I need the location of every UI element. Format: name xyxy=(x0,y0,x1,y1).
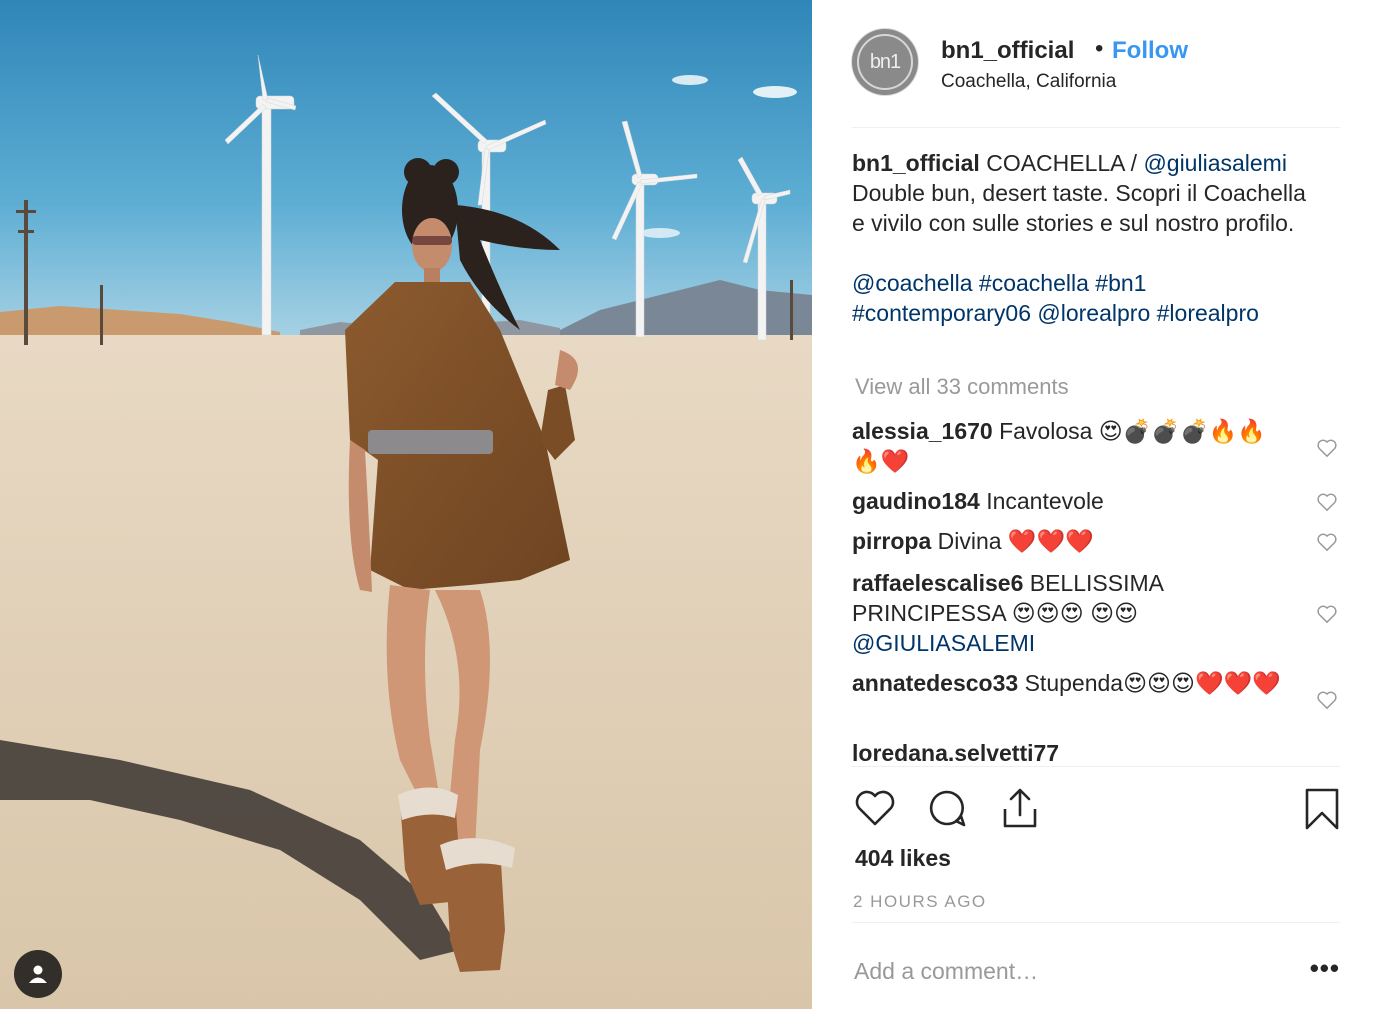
caption-text: COACHELLA / xyxy=(979,150,1144,176)
comment-username[interactable]: gaudino184 xyxy=(852,488,980,514)
comment-text: Incantevole xyxy=(979,488,1104,514)
comment-text: Divina ❤️❤️❤️ xyxy=(931,528,1094,554)
comment-username[interactable]: alessia_1670 xyxy=(852,418,993,444)
post-sidebar: bn1 bn1_official • Follow Coachella, Cal… xyxy=(812,0,1376,1009)
comment-like-heart-icon[interactable] xyxy=(1316,604,1338,624)
comment-item: pirropa Divina ❤️❤️❤️ xyxy=(852,526,1340,556)
hashtag-link[interactable]: #lorealpro xyxy=(1157,300,1259,326)
caption-username[interactable]: bn1_official xyxy=(852,150,980,176)
comment-item: alessia_1670 Favolosa 😍💣💣💣🔥🔥🔥❤️ xyxy=(852,416,1340,476)
post-timestamp[interactable]: 2 HOURS AGO xyxy=(853,892,987,912)
comment-item: loredana.selvetti77 xyxy=(852,738,1340,765)
follow-button[interactable]: Follow xyxy=(1112,37,1188,65)
comment-like-heart-icon[interactable] xyxy=(1316,492,1338,512)
comments-section: bn1_official COACHELLA / @giuliasalemi D… xyxy=(852,148,1340,765)
bookmark-icon[interactable] xyxy=(1304,787,1340,831)
comment-item: raffaelescalise6 BELLISSIMA PRINCIPESSA … xyxy=(852,568,1340,658)
comment-mention[interactable]: @GIULIASALEMI xyxy=(852,630,1035,656)
caption-mention[interactable]: @giuliasalemi xyxy=(1143,150,1287,176)
hashtag-link[interactable]: #bn1 xyxy=(1095,270,1146,296)
user-tag-icon xyxy=(29,965,47,983)
comment-like-heart-icon[interactable] xyxy=(1316,690,1338,710)
post-location[interactable]: Coachella, California xyxy=(941,71,1116,93)
post-username[interactable]: bn1_official xyxy=(941,37,1074,65)
hashtag-link[interactable]: #coachella xyxy=(979,270,1089,296)
hashtag-link[interactable]: #contemporary06 xyxy=(852,300,1031,326)
comment-bubble-icon[interactable] xyxy=(927,788,967,828)
comment-item: annatedesco33 Stupenda😍😍😍❤️❤️❤️ xyxy=(852,668,1340,710)
comment-username[interactable]: pirropa xyxy=(852,528,931,554)
desert-photo-image xyxy=(0,0,812,1009)
avatar[interactable]: bn1 xyxy=(852,29,918,95)
post-actions-bar xyxy=(852,766,1340,853)
user-tag-button[interactable] xyxy=(14,950,62,998)
comment-text: Stupenda😍😍😍❤️❤️❤️ xyxy=(1018,670,1281,696)
heart-icon[interactable] xyxy=(854,789,896,827)
separator-dot: • xyxy=(1095,35,1104,62)
add-comment-bar: ••• xyxy=(852,922,1340,1010)
view-all-comments-link[interactable]: View all 33 comments xyxy=(855,374,1069,400)
avatar-logo: bn1 xyxy=(857,34,913,90)
comment-username[interactable]: raffaelescalise6 xyxy=(852,570,1023,596)
hashtag-link[interactable]: @coachella xyxy=(852,270,973,296)
caption-hashtags: @coachella #coachella #bn1 #contemporary… xyxy=(852,268,1320,328)
post-photo[interactable] xyxy=(0,0,812,1009)
hashtag-link[interactable]: @lorealpro xyxy=(1037,300,1150,326)
comment-like-heart-icon[interactable] xyxy=(1316,532,1338,552)
add-comment-input[interactable] xyxy=(852,951,1274,991)
post-caption: bn1_official COACHELLA / @giuliasalemi D… xyxy=(852,148,1320,328)
comment-username[interactable]: annatedesco33 xyxy=(852,670,1018,696)
caption-text-2: Double bun, desert taste. Scopri il Coac… xyxy=(852,180,1306,236)
post-header: bn1 bn1_official • Follow Coachella, Cal… xyxy=(852,29,1340,128)
comment-username[interactable]: loredana.selvetti77 xyxy=(852,740,1059,765)
comment-like-heart-icon[interactable] xyxy=(1316,438,1338,458)
likes-count[interactable]: 404 likes xyxy=(855,845,951,872)
more-options-button[interactable]: ••• xyxy=(1310,953,1340,984)
comment-item: gaudino184 Incantevole xyxy=(852,486,1340,516)
share-upload-icon[interactable] xyxy=(1000,787,1040,829)
